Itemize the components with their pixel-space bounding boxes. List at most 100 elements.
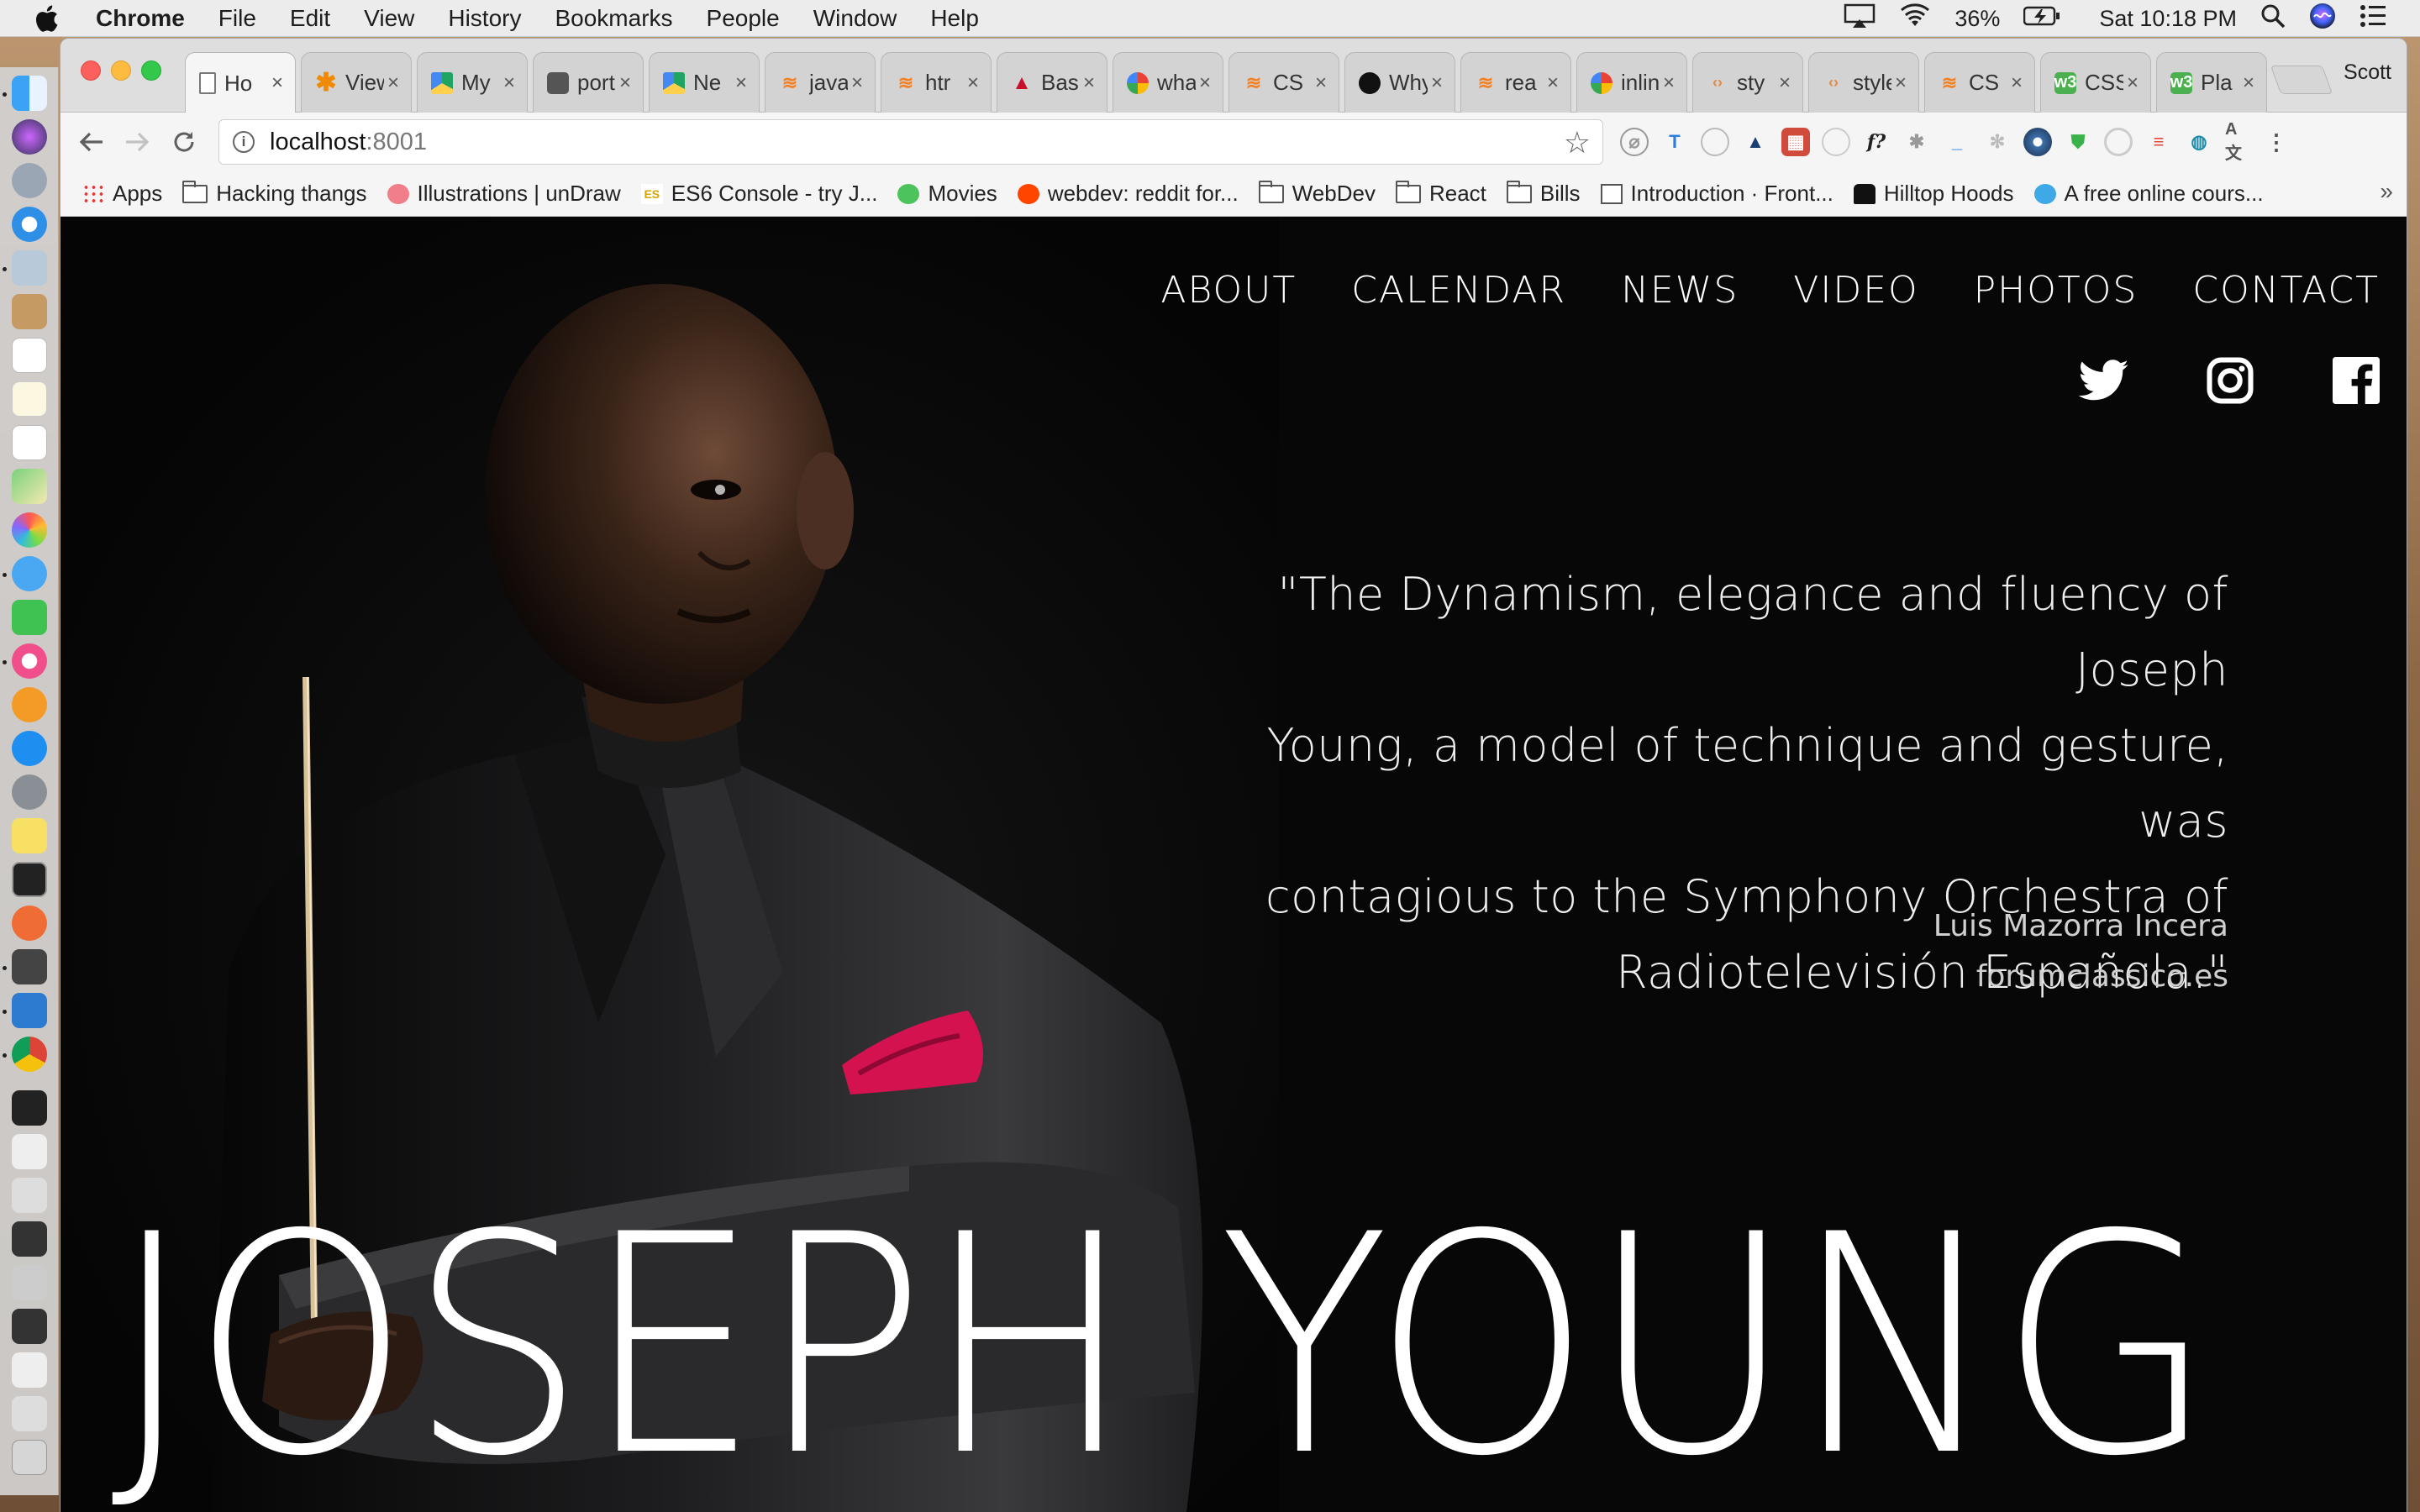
calendar-icon[interactable] xyxy=(12,338,47,373)
bookmark-item[interactable]: Hacking thangs xyxy=(182,180,367,207)
siri-dock-icon[interactable] xyxy=(12,119,47,155)
nav-photos[interactable]: PHOTOS xyxy=(1974,269,2139,312)
close-window-button[interactable] xyxy=(81,60,101,81)
nav-news[interactable]: NEWS xyxy=(1621,269,1739,312)
extension-lines-icon[interactable]: ≡ xyxy=(2144,128,2173,156)
contacts-icon[interactable] xyxy=(12,294,47,329)
profile-name[interactable]: Scott xyxy=(2344,60,2391,85)
zoom-window-button[interactable] xyxy=(141,60,161,81)
dock-window-thumb-4[interactable] xyxy=(12,1221,47,1257)
tab-close-icon[interactable]: × xyxy=(1660,71,1678,95)
browser-tab[interactable]: My × xyxy=(417,52,528,113)
tab-close-icon[interactable]: × xyxy=(2123,71,2142,95)
sublime-icon[interactable] xyxy=(12,949,47,984)
bookmark-item[interactable]: ES ES6 Console - try J... xyxy=(640,181,877,207)
chrome-icon[interactable] xyxy=(12,1037,47,1072)
bookmark-item[interactable]: Illustrations | unDraw xyxy=(387,181,621,207)
notification-center-icon[interactable] xyxy=(2360,4,2386,34)
extension-block-icon[interactable]: ⌀ xyxy=(1620,128,1649,156)
site-info-icon[interactable]: i xyxy=(233,131,255,153)
browser-tab[interactable]: ✱ View× xyxy=(301,52,412,113)
spotlight-search-icon[interactable] xyxy=(2260,3,2286,34)
dock-window-thumb-3[interactable] xyxy=(12,1178,47,1213)
minimize-window-button[interactable] xyxy=(111,60,131,81)
tab-close-icon[interactable]: × xyxy=(964,71,982,95)
apple-menu-icon[interactable] xyxy=(34,2,62,35)
extension-bug-icon[interactable]: ✱ xyxy=(1902,128,1931,156)
chrome-menu-icon[interactable]: ⋮ xyxy=(2265,128,2287,156)
clock[interactable]: Sat 10:18 PM xyxy=(2099,6,2237,32)
postman-icon[interactable] xyxy=(12,906,47,941)
bookmark-item[interactable]: Apps xyxy=(82,181,162,207)
photos-icon[interactable] xyxy=(12,512,47,548)
bookmark-item[interactable]: Introduction · Front... xyxy=(1600,181,1833,207)
menu-app-name[interactable]: Chrome xyxy=(96,5,185,32)
messages-icon[interactable] xyxy=(12,556,47,591)
extension-ring-icon[interactable] xyxy=(2104,128,2133,156)
reminders-icon[interactable] xyxy=(12,425,47,460)
browser-tab[interactable]: w3 CSS× xyxy=(2040,52,2151,113)
dock-window-thumb-6[interactable] xyxy=(12,1309,47,1344)
browser-tab[interactable]: ≋ CS × xyxy=(1228,52,1339,113)
browser-tab[interactable]: Why× xyxy=(1344,52,1455,113)
dock-window-thumb-2[interactable] xyxy=(12,1134,47,1169)
tab-close-icon[interactable]: × xyxy=(1196,71,1214,95)
browser-tab[interactable]: Ho × xyxy=(185,52,296,113)
bookmark-item[interactable]: React xyxy=(1395,180,1486,207)
tab-close-icon[interactable]: × xyxy=(2007,71,2026,95)
extension-circle-icon[interactable] xyxy=(1701,128,1729,156)
menu-help[interactable]: Help xyxy=(930,5,979,32)
tab-close-icon[interactable]: × xyxy=(732,71,750,95)
facetime-icon[interactable] xyxy=(12,600,47,635)
nav-calendar[interactable]: CALENDAR xyxy=(1351,269,1566,312)
ibooks-icon[interactable] xyxy=(12,687,47,722)
forward-arrow-icon[interactable] xyxy=(121,126,153,158)
trash-icon[interactable] xyxy=(12,1440,47,1475)
back-arrow-icon[interactable] xyxy=(76,126,108,158)
wifi-icon[interactable] xyxy=(1899,3,1931,34)
extension-typography-icon[interactable]: T xyxy=(1660,128,1689,156)
extension-red-icon[interactable]: ▦ xyxy=(1781,128,1810,156)
nav-about[interactable]: ABOUT xyxy=(1160,269,1297,312)
mail-icon[interactable] xyxy=(12,250,47,286)
instagram-icon[interactable] xyxy=(2205,355,2255,406)
launchpad-icon[interactable] xyxy=(12,163,47,198)
extension-font-icon[interactable]: f? xyxy=(1862,128,1891,156)
extension-grey-icon[interactable] xyxy=(1822,128,1850,156)
airplay-icon[interactable] xyxy=(1844,3,1876,34)
bookmark-star-icon[interactable]: ☆ xyxy=(1564,125,1591,160)
browser-tab[interactable]: w3 Pla × xyxy=(2156,52,2267,113)
battery-percent[interactable]: 36% xyxy=(1954,6,2000,32)
tab-close-icon[interactable]: × xyxy=(848,71,866,95)
extension-underline-icon[interactable]: _ xyxy=(1943,128,1971,156)
dock-window-thumb-1[interactable] xyxy=(12,1090,47,1126)
tab-close-icon[interactable]: × xyxy=(616,71,634,95)
siri-icon[interactable] xyxy=(2309,3,2336,35)
tab-close-icon[interactable]: × xyxy=(384,71,402,95)
browser-tab[interactable]: ‹› sty × xyxy=(1692,52,1803,113)
menu-people[interactable]: People xyxy=(707,5,780,32)
dock-window-thumb-8[interactable] xyxy=(12,1396,47,1431)
bookmarks-overflow-icon[interactable]: » xyxy=(2380,178,2393,205)
bookmark-item[interactable]: WebDev xyxy=(1258,180,1376,207)
notes-icon[interactable] xyxy=(12,381,47,417)
browser-tab[interactable]: ▲ Basic× xyxy=(997,52,1107,113)
menu-file[interactable]: File xyxy=(218,5,256,32)
finder-icon[interactable] xyxy=(12,76,47,111)
browser-tab[interactable]: inline× xyxy=(1576,52,1687,113)
browser-tab[interactable]: ‹› style× xyxy=(1808,52,1919,113)
tab-close-icon[interactable]: × xyxy=(1776,71,1794,95)
bookmark-item[interactable]: Movies xyxy=(897,181,997,207)
extension-globe-icon[interactable] xyxy=(2023,128,2052,156)
menu-view[interactable]: View xyxy=(364,5,414,32)
translate-icon[interactable]: A文 xyxy=(2225,120,2254,163)
browser-tab[interactable]: Ne × xyxy=(649,52,760,113)
browser-tab[interactable]: ≋ htr × xyxy=(881,52,992,113)
vscode-icon[interactable] xyxy=(12,993,47,1028)
facebook-icon[interactable] xyxy=(2331,355,2381,406)
tab-close-icon[interactable]: × xyxy=(2239,71,2258,95)
tab-close-icon[interactable]: × xyxy=(500,71,518,95)
tab-close-icon[interactable]: × xyxy=(1080,71,1098,95)
browser-tab[interactable]: portr× xyxy=(533,52,644,113)
nav-video[interactable]: VIDEO xyxy=(1793,269,1918,312)
